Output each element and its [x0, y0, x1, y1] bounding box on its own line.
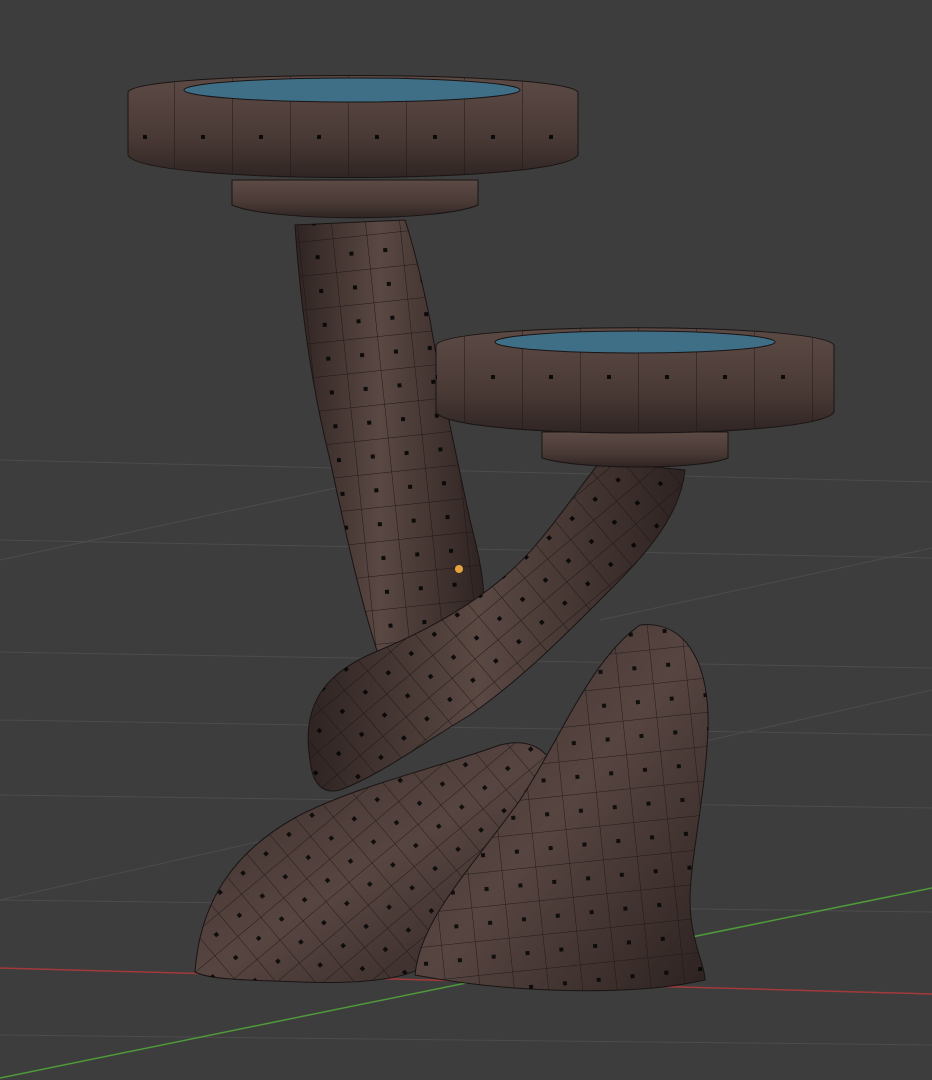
mesh-object[interactable] — [127, 75, 835, 992]
mesh-lower-tray — [435, 327, 835, 468]
viewport-canvas[interactable] — [0, 0, 932, 1080]
object-origin-point[interactable] — [455, 565, 463, 573]
mesh-tall-trunk-wire — [295, 220, 485, 660]
water-surface-lower — [494, 330, 776, 354]
mesh-top-tray — [127, 75, 579, 219]
3d-viewport[interactable] — [0, 0, 932, 1080]
water-surface-top — [183, 77, 521, 103]
